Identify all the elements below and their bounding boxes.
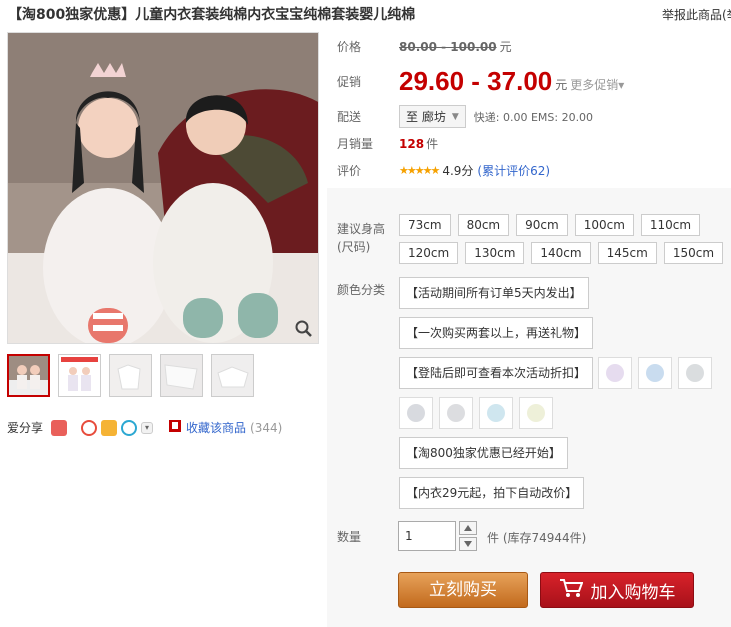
add-to-cart-label: 加入购物车 bbox=[590, 582, 676, 603]
shipping-destination-select[interactable]: 至 廊坊 ▼ bbox=[399, 105, 466, 128]
chevron-up-icon bbox=[464, 525, 472, 531]
size-options: 73cm 80cm 90cm 100cm 110cm 120cm 130cm 1… bbox=[399, 214, 729, 264]
price-label: 价格 bbox=[337, 40, 362, 54]
share-sina-icon[interactable] bbox=[81, 419, 98, 436]
color-label: 颜色分类 bbox=[337, 283, 386, 297]
thumbnail-4[interactable] bbox=[160, 354, 203, 397]
color-swatch[interactable] bbox=[678, 357, 712, 389]
monthly-sales-count: 128 bbox=[399, 136, 425, 151]
thumbnail-3[interactable] bbox=[109, 354, 152, 397]
share-label: 爱分享 bbox=[7, 421, 44, 435]
color-option[interactable]: 【内衣29元起，拍下自动改价】 bbox=[399, 477, 585, 509]
size-option[interactable]: 110cm bbox=[640, 214, 701, 236]
shipping-label: 配送 bbox=[337, 110, 362, 124]
reviews-link[interactable]: (累计评价62) bbox=[477, 162, 550, 179]
thumbnail-2[interactable] bbox=[58, 354, 101, 397]
quantity-input[interactable] bbox=[398, 521, 456, 551]
favorite-count: (344) bbox=[250, 420, 283, 435]
color-swatch[interactable] bbox=[439, 397, 473, 429]
size-option[interactable]: 73cm bbox=[399, 214, 451, 236]
buy-now-button[interactable]: 立刻购买 bbox=[398, 572, 528, 608]
size-option[interactable]: 100cm bbox=[574, 214, 634, 236]
shipping-fees: 快递: 0.00 EMS: 20.00 bbox=[473, 110, 594, 124]
monthly-sales-unit: 件 bbox=[426, 137, 439, 151]
rating-stars-icon: ★★★★★ bbox=[399, 164, 440, 177]
stock-info: 件 (库存74944件) bbox=[487, 531, 587, 545]
quantity-decrease-button[interactable] bbox=[459, 537, 477, 551]
color-swatch[interactable] bbox=[479, 397, 513, 429]
size-option[interactable]: 90cm bbox=[516, 214, 568, 236]
share-tencent-icon[interactable] bbox=[121, 419, 138, 436]
promo-unit: 元 bbox=[555, 78, 568, 92]
size-option[interactable]: 130cm bbox=[465, 242, 525, 264]
rating-score: 4.9分 bbox=[442, 164, 474, 178]
color-option[interactable]: 【登陆后即可查看本次活动折扣】 bbox=[399, 357, 594, 389]
more-promo-link[interactable]: 更多促销▾ bbox=[570, 76, 624, 93]
monthly-sales-label: 月销量 bbox=[337, 137, 374, 151]
thumbnail-strip bbox=[7, 354, 254, 397]
size-option[interactable]: 120cm bbox=[399, 242, 459, 264]
size-option[interactable]: 140cm bbox=[531, 242, 591, 264]
price-row: 价格 80.00 - 100.00 元 bbox=[337, 38, 512, 55]
rating-row: 评价 ★★★★★ 4.9分 (累计评价62) bbox=[337, 162, 550, 179]
price-unit: 元 bbox=[499, 40, 512, 54]
zoom-icon[interactable] bbox=[294, 319, 314, 339]
shipping-row: 配送 至 廊坊 ▼ 快递: 0.00 EMS: 20.00 bbox=[337, 105, 593, 128]
promo-price: 29.60 - 37.00 bbox=[399, 66, 553, 96]
rating-label: 评价 bbox=[337, 164, 362, 178]
product-photo bbox=[8, 33, 318, 343]
chevron-down-icon bbox=[464, 541, 472, 547]
color-option[interactable]: 【活动期间所有订单5天内发出】 bbox=[399, 277, 589, 309]
color-swatch[interactable] bbox=[519, 397, 553, 429]
thumbnail-1[interactable] bbox=[7, 354, 50, 397]
share-weibo-icon[interactable] bbox=[51, 419, 68, 436]
thumbnail-5[interactable] bbox=[211, 354, 254, 397]
chevron-down-icon: ▼ bbox=[451, 111, 459, 122]
color-swatch[interactable] bbox=[638, 357, 672, 389]
color-swatch[interactable] bbox=[399, 397, 433, 429]
promo-row: 促销 29.60 - 37.00 元 更多促销▾ bbox=[337, 66, 624, 97]
report-link[interactable]: 举报此商品(举 bbox=[662, 6, 731, 23]
color-swatch[interactable] bbox=[598, 357, 632, 389]
size-option[interactable]: 145cm bbox=[597, 242, 657, 264]
cart-icon bbox=[559, 578, 583, 603]
color-option[interactable]: 【一次购买两套以上，再送礼物】 bbox=[399, 317, 594, 349]
share-qzone-icon[interactable] bbox=[101, 419, 118, 436]
size-option[interactable]: 150cm bbox=[663, 242, 724, 264]
original-price: 80.00 - 100.00 bbox=[399, 39, 497, 54]
size-label: 建议身高(尺码) bbox=[337, 222, 386, 254]
monthly-sales-row: 月销量 128 件 bbox=[337, 135, 438, 152]
favorite-item[interactable]: 收藏该商品 (344) bbox=[168, 419, 282, 436]
main-product-image[interactable] bbox=[7, 32, 319, 344]
share-bar: 爱分享 ▾ bbox=[7, 419, 154, 436]
size-option[interactable]: 80cm bbox=[457, 214, 510, 236]
share-more-chevron-down-icon[interactable]: ▾ bbox=[141, 421, 154, 434]
favorite-label[interactable]: 收藏该商品 bbox=[186, 419, 246, 436]
quantity-increase-button[interactable] bbox=[459, 521, 477, 535]
favorite-icon bbox=[168, 419, 182, 436]
color-option[interactable]: 【淘800独家优惠已经开始】 bbox=[399, 437, 568, 469]
add-to-cart-button[interactable]: 加入购物车 bbox=[540, 572, 694, 608]
promo-label: 促销 bbox=[337, 75, 362, 89]
product-title: 【淘800独家优惠】儿童内衣套装纯棉内衣宝宝纯棉套装婴儿纯棉 bbox=[8, 7, 416, 23]
quantity-label: 数量 bbox=[337, 530, 362, 544]
